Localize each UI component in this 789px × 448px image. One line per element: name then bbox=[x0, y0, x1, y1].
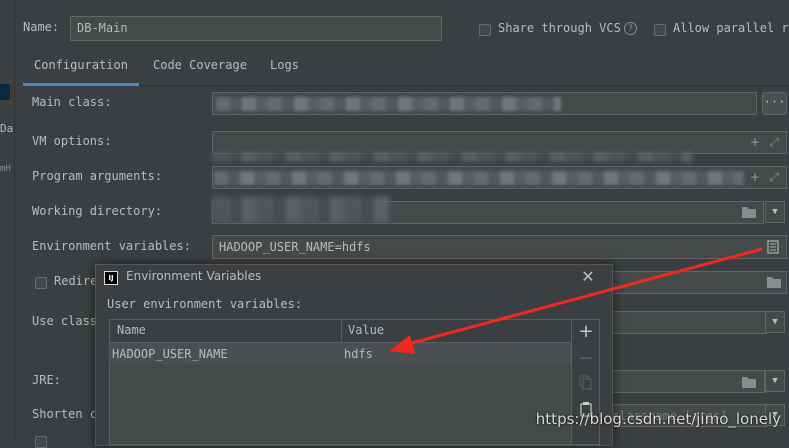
expand-arrows-icon[interactable]: ⤢ bbox=[767, 168, 781, 186]
folder-icon[interactable] bbox=[741, 375, 757, 389]
tab-code-coverage[interactable]: Code Coverage bbox=[153, 52, 247, 86]
name-label: Name: bbox=[23, 20, 60, 34]
program-arguments-value-redacted bbox=[214, 171, 744, 185]
main-class-label: Main class: bbox=[32, 95, 112, 109]
shorten-label: Shorten c bbox=[32, 407, 98, 421]
use-classpath-label: Use class bbox=[32, 314, 98, 328]
tab-logs[interactable]: Logs bbox=[270, 52, 299, 86]
share-vcs-label: Share through VCS bbox=[498, 21, 621, 35]
bottom-checkbox[interactable] bbox=[35, 436, 47, 448]
edit-env-icon[interactable] bbox=[766, 240, 780, 254]
watermark: https://blog.csdn.net/jimo_lonely bbox=[535, 410, 781, 428]
left-sidebar bbox=[0, 0, 15, 440]
allow-parallel-label: Allow parallel ru bbox=[673, 21, 789, 35]
expand-arrows-icon[interactable]: ⤢ bbox=[767, 133, 781, 151]
env-vars-table: Name Value HADOOP_USER_NAME hdfs bbox=[109, 319, 572, 445]
row-name-cell[interactable]: HADOOP_USER_NAME bbox=[112, 347, 228, 361]
working-directory-value-redacted bbox=[212, 196, 390, 222]
jre-label: JRE: bbox=[32, 373, 61, 387]
intellij-logo-icon: IJ bbox=[104, 271, 118, 285]
close-icon[interactable]: ✕ bbox=[580, 268, 596, 286]
browse-button[interactable]: ··· bbox=[762, 92, 787, 115]
expand-plus-icon[interactable]: + bbox=[748, 133, 762, 151]
help-icon[interactable]: ? bbox=[624, 22, 637, 35]
dialog-title: Environment Variables bbox=[126, 269, 262, 283]
environment-variables-field[interactable]: HADOOP_USER_NAME=hdfs bbox=[212, 235, 787, 259]
folder-icon[interactable] bbox=[741, 205, 757, 219]
allow-parallel-checkbox[interactable] bbox=[654, 24, 666, 36]
dialog-subtitle: User environment variables: bbox=[107, 297, 303, 311]
sidebar-selection[interactable] bbox=[0, 84, 10, 100]
working-directory-label: Working directory: bbox=[32, 204, 163, 218]
use-classpath-field[interactable] bbox=[605, 311, 767, 334]
column-divider bbox=[341, 320, 342, 342]
tab-configuration[interactable]: Configuration bbox=[23, 52, 139, 86]
vm-options-label: VM options: bbox=[32, 134, 112, 148]
column-header-value[interactable]: Value bbox=[348, 323, 384, 337]
environment-variables-label: Environment variables: bbox=[32, 239, 191, 253]
column-header-name[interactable]: Name bbox=[117, 323, 146, 337]
use-classpath-dropdown[interactable]: ▼ bbox=[765, 311, 785, 333]
redirect-checkbox[interactable] bbox=[35, 277, 47, 289]
expand-plus-icon[interactable]: + bbox=[748, 168, 762, 186]
redirect-label: Redire bbox=[54, 274, 98, 288]
sidebar-item-da[interactable]: Da bbox=[0, 122, 13, 135]
copy-icon[interactable] bbox=[578, 375, 594, 391]
working-directory-dropdown[interactable]: ▼ bbox=[765, 201, 785, 223]
row-value-cell[interactable]: hdfs bbox=[344, 347, 373, 361]
main-class-value-redacted bbox=[216, 97, 561, 111]
vm-options-field[interactable] bbox=[212, 131, 787, 154]
add-icon[interactable]: + bbox=[576, 322, 596, 342]
jre-dropdown[interactable]: ▼ bbox=[765, 370, 785, 392]
program-arguments-label: Program arguments: bbox=[32, 169, 163, 183]
folder-icon[interactable] bbox=[766, 275, 782, 289]
vm-options-overlay-redacted bbox=[212, 152, 692, 162]
remove-icon[interactable]: − bbox=[576, 349, 596, 369]
name-field[interactable]: DB-Main bbox=[70, 16, 442, 41]
share-vcs-checkbox[interactable] bbox=[479, 24, 491, 36]
sidebar-item-mh[interactable]: mH bbox=[0, 164, 11, 174]
redirect-field[interactable] bbox=[605, 271, 787, 294]
